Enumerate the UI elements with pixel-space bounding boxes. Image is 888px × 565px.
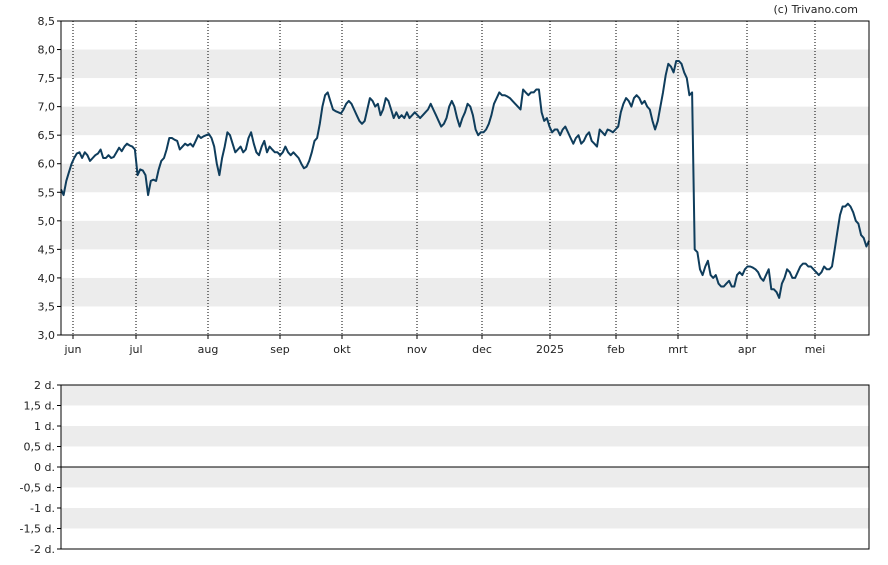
indicator-band xyxy=(61,426,869,447)
price-x-tick-label: okt xyxy=(333,343,351,356)
indicator-band xyxy=(61,467,869,488)
indicator-band xyxy=(61,385,869,406)
price-x-axis: jun jul aug sep okt nov dec 2025 feb mrt apr mei xyxy=(64,335,826,356)
indicator-y-tick-label: 1 d. xyxy=(34,420,55,433)
indicator-y-tick-label: 0,5 d. xyxy=(24,441,55,454)
indicator-y-tick-label: 1,5 d. xyxy=(24,400,55,413)
price-y-tick-label: 4,5 xyxy=(38,243,56,256)
indicator-y-tick-label: -1 d. xyxy=(30,502,55,515)
price-y-tick-label: 8,0 xyxy=(38,44,56,57)
price-x-tick-label: 2025 xyxy=(536,343,564,356)
price-band xyxy=(61,49,869,79)
price-y-tick-label: 4,0 xyxy=(38,272,56,285)
price-x-tick-label: dec xyxy=(472,343,492,356)
indicator-y-tick-label: -2 d. xyxy=(30,543,55,556)
price-band xyxy=(61,277,869,307)
price-x-tick-label: nov xyxy=(407,343,428,356)
price-x-tick-label: mei xyxy=(805,343,826,356)
price-y-tick-label: 5,5 xyxy=(38,186,56,199)
price-y-tick-label: 6,0 xyxy=(38,158,56,171)
price-y-tick-label: 3,5 xyxy=(38,300,56,313)
price-x-tick-label: aug xyxy=(198,343,219,356)
indicator-band xyxy=(61,508,869,529)
price-x-tick-label: feb xyxy=(607,343,625,356)
price-band xyxy=(61,220,869,250)
price-x-tick-label: sep xyxy=(270,343,289,356)
indicator-y-tick-label: 0 d. xyxy=(34,461,55,474)
price-y-tick-label: 5,0 xyxy=(38,215,56,228)
price-y-tick-label: 7,0 xyxy=(38,101,56,114)
chart-root: (c) Trivano.com 3,0 3,5 4,0 4,5 5,0 5,5 6,0 6,5… xyxy=(20,3,870,556)
price-bands xyxy=(61,49,869,307)
price-x-tick-label: jul xyxy=(128,343,142,356)
indicator-y-tick-label: 2 d. xyxy=(34,379,55,392)
indicator-y-tick-label: -1,5 d. xyxy=(20,523,55,536)
indicator-y-tick-label: -0,5 d. xyxy=(20,482,55,495)
price-y-tick-label: 3,0 xyxy=(38,329,56,342)
indicator-bands xyxy=(61,385,869,529)
price-x-tick-label: mrt xyxy=(668,343,688,356)
price-x-tick-label: apr xyxy=(738,343,757,356)
indicator-chart: 2 d. 1,5 d. 1 d. 0,5 d. 0 d. -0,5 d. -1 d. -1,5… xyxy=(20,379,870,556)
indicator-y-axis: 2 d. 1,5 d. 1 d. 0,5 d. 0 d. -0,5 d. -1 d. -1,5… xyxy=(20,379,61,556)
price-y-tick-label: 7,5 xyxy=(38,72,56,85)
price-x-tick-label: jun xyxy=(64,343,82,356)
copyright-label: (c) Trivano.com xyxy=(773,3,858,16)
price-y-tick-label: 8,5 xyxy=(38,15,56,28)
price-band xyxy=(61,163,869,193)
price-y-tick-label: 6,5 xyxy=(38,129,56,142)
price-chart: 3,0 3,5 4,0 4,5 5,0 5,5 6,0 6,5 7,0 7,5 8,0 8,5 jun… xyxy=(38,15,870,356)
price-y-axis: 3,0 3,5 4,0 4,5 5,0 5,5 6,0 6,5 7,0 7,5 8,0 8,5 xyxy=(38,15,61,342)
